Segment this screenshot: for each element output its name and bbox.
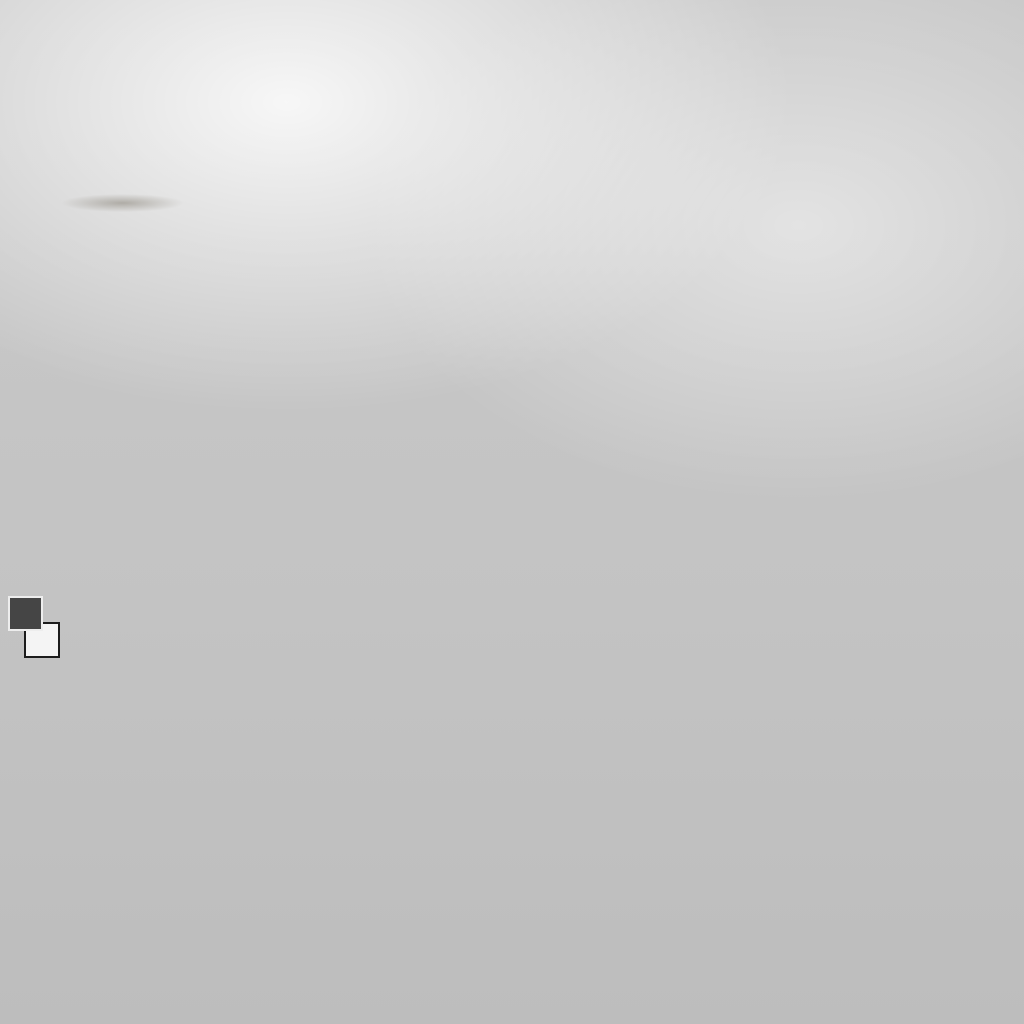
app-window: v25 Ehea ❏ ▦ ◳ ✐ ✎ ✑ ✏ ⊘ ▭ ✂ ◫ ⊕ ▣ ◧ Cle… (0, 0, 1024, 1024)
foreground-color-swatch[interactable] (8, 596, 43, 631)
variation-thumbnail-3[interactable] (0, 773, 1024, 913)
